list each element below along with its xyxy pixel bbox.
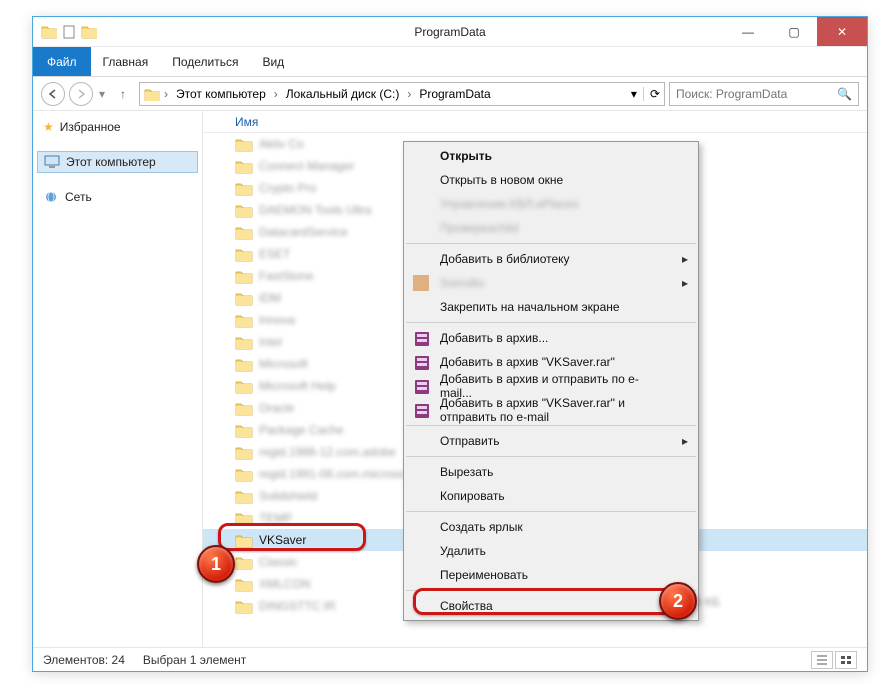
view-icons-button[interactable] — [835, 651, 857, 669]
address-bar-row: ▾ ↑ › Этот компьютер › Локальный диск (C… — [33, 77, 867, 111]
folder-icon — [235, 555, 253, 570]
context-menu: Открыть Открыть в новом окне Управление.… — [403, 141, 699, 621]
refresh-button[interactable]: ⟳ — [643, 87, 660, 101]
folder-icon — [235, 225, 253, 240]
folder-icon — [235, 423, 253, 438]
back-button[interactable] — [41, 82, 65, 106]
folder-icon — [235, 291, 253, 306]
folder-icon — [235, 379, 253, 394]
ctx-properties[interactable]: Свойства — [404, 594, 698, 618]
folder-icon — [235, 159, 253, 174]
status-selection: Выбран 1 элемент — [143, 653, 246, 667]
ctx-open-new-window[interactable]: Открыть в новом окне — [404, 168, 698, 192]
tab-home[interactable]: Главная — [91, 47, 161, 76]
file-tab[interactable]: Файл — [33, 47, 91, 76]
rar-icon — [412, 353, 430, 371]
tab-view[interactable]: Вид — [250, 47, 296, 76]
rar-icon — [412, 329, 430, 347]
folder-icon — [235, 269, 253, 284]
annotation-callout-1: 1 — [197, 545, 235, 583]
ctx-rename[interactable]: Переименовать — [404, 563, 698, 587]
qat-icons — [33, 24, 97, 40]
ctx-pin-start[interactable]: Закрепить на начальном экране — [404, 295, 698, 319]
history-dropdown[interactable]: ▾ — [97, 87, 107, 101]
explorer-window: ProgramData — ▢ ✕ Файл Главная Поделитьс… — [32, 16, 868, 672]
folder-icon — [144, 87, 160, 101]
folder-icon — [235, 313, 253, 328]
folder-icon — [235, 137, 253, 152]
folder-icon — [235, 247, 253, 262]
properties-icon[interactable] — [61, 24, 77, 40]
crumb-computer[interactable]: Этот компьютер — [172, 87, 270, 101]
maximize-button[interactable]: ▢ — [771, 17, 817, 46]
folder-icon — [235, 401, 253, 416]
folder-icon — [235, 181, 253, 196]
up-button[interactable]: ↑ — [111, 82, 135, 106]
close-button[interactable]: ✕ — [817, 17, 867, 46]
ctx-add-archive-named[interactable]: Добавить в архив "VKSaver.rar" — [404, 350, 698, 374]
search-input[interactable] — [676, 87, 837, 101]
column-headers: Имя — [203, 111, 867, 133]
column-name[interactable]: Имя — [235, 115, 415, 129]
folder-icon — [235, 533, 253, 548]
rar-icon — [412, 401, 430, 419]
titlebar: ProgramData — ▢ ✕ — [33, 17, 867, 47]
star-icon: ★ — [43, 120, 54, 134]
ctx-blurred-item[interactable]: Ssendto▸ — [404, 271, 698, 295]
folder-icon — [235, 445, 253, 460]
ctx-archive-named-email[interactable]: Добавить в архив "VKSaver.rar" и отправи… — [404, 398, 698, 422]
ctx-open[interactable]: Открыть — [404, 144, 698, 168]
crumb-folder[interactable]: ProgramData — [415, 87, 494, 101]
new-folder-icon[interactable] — [81, 24, 97, 40]
nav-favorites[interactable]: ★ Избранное — [37, 117, 198, 137]
folder-icon — [235, 203, 253, 218]
ribbon: Файл Главная Поделиться Вид — [33, 47, 867, 77]
breadcrumb-bar[interactable]: › Этот компьютер › Локальный диск (C:) ›… — [139, 82, 665, 106]
ctx-delete[interactable]: Удалить — [404, 539, 698, 563]
status-bar: Элементов: 24 Выбран 1 элемент — [33, 647, 867, 671]
folder-icon — [235, 489, 253, 504]
folder-icon — [235, 577, 253, 592]
tab-share[interactable]: Поделиться — [160, 47, 250, 76]
ctx-blurred-item[interactable]: Проверкаchild — [404, 216, 698, 240]
nav-network[interactable]: Сеть — [37, 187, 198, 207]
breadcrumb-dropdown[interactable]: ▾ — [631, 87, 637, 101]
folder-icon — [235, 467, 253, 482]
annotation-callout-2: 2 — [659, 582, 697, 620]
search-icon[interactable]: 🔍 — [837, 87, 852, 101]
network-icon — [43, 190, 59, 204]
nav-this-computer[interactable]: Этот компьютер — [37, 151, 198, 173]
view-details-button[interactable] — [811, 651, 833, 669]
status-count: Элементов: 24 — [43, 653, 125, 667]
forward-button[interactable] — [69, 82, 93, 106]
computer-icon — [44, 155, 60, 169]
ctx-blurred-item[interactable]: Управление.КВЛ.иPlaces — [404, 192, 698, 216]
ctx-add-archive[interactable]: Добавить в архив... — [404, 326, 698, 350]
search-box[interactable]: 🔍 — [669, 82, 859, 106]
folder-icon — [235, 335, 253, 350]
folder-icon — [235, 511, 253, 526]
ctx-cut[interactable]: Вырезать — [404, 460, 698, 484]
ctx-create-shortcut[interactable]: Создать ярлык — [404, 515, 698, 539]
folder-icon — [41, 24, 57, 40]
ctx-add-to-library[interactable]: Добавить в библиотеку▸ — [404, 247, 698, 271]
ctx-archive-email[interactable]: Добавить в архив и отправить по e-mail..… — [404, 374, 698, 398]
folder-icon — [235, 599, 253, 614]
minimize-button[interactable]: — — [725, 17, 771, 46]
crumb-drive[interactable]: Локальный диск (C:) — [282, 87, 404, 101]
app-icon — [412, 274, 430, 292]
navigation-pane: ★ Избранное Этот компьютер Сеть — [33, 111, 203, 647]
ctx-send-to[interactable]: Отправить▸ — [404, 429, 698, 453]
folder-icon — [235, 357, 253, 372]
ctx-copy[interactable]: Копировать — [404, 484, 698, 508]
rar-icon — [412, 377, 430, 395]
